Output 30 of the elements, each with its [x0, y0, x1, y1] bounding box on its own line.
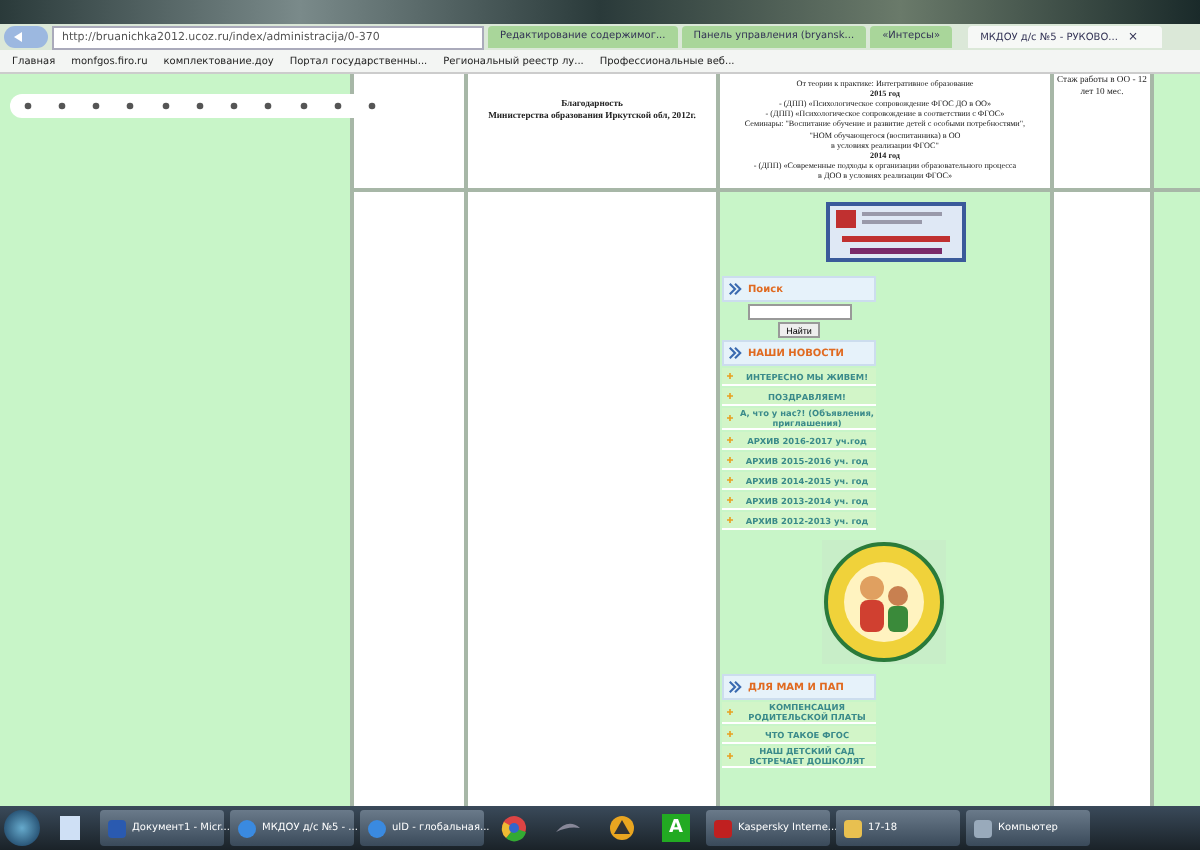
- search-field[interactable]: [747, 304, 851, 320]
- toolbar-dot-icon[interactable]: [195, 102, 204, 110]
- toolbar-dot-icon[interactable]: [57, 102, 66, 110]
- toolbar-dot-icon[interactable]: [230, 102, 239, 110]
- plus-icon: [726, 456, 734, 464]
- toolbar-dot-icon[interactable]: [92, 102, 101, 110]
- start-button[interactable]: [4, 810, 40, 846]
- toolbar-dot-icon[interactable]: [161, 102, 170, 110]
- plus-icon: [726, 414, 734, 422]
- double-chevron-icon: [728, 680, 742, 694]
- plus-icon: [726, 476, 734, 484]
- plus-icon: [726, 708, 734, 716]
- plus-icon: [726, 730, 734, 738]
- document-icon[interactable]: [56, 814, 84, 842]
- toolbar-dot-icon[interactable]: [126, 102, 135, 110]
- plus-icon: [726, 436, 734, 444]
- plus-icon: [726, 516, 734, 524]
- double-chevron-icon: [728, 346, 742, 360]
- plus-icon: [726, 372, 734, 380]
- plus-icon: [726, 496, 734, 504]
- toolbar-dot-icon[interactable]: [299, 102, 308, 110]
- toolbar-dot-icon[interactable]: [264, 102, 273, 110]
- toolbar-dot-icon[interactable]: [368, 102, 377, 110]
- circle-logo-icon[interactable]: [500, 814, 528, 842]
- toolbar-dot-icon[interactable]: [23, 102, 32, 110]
- toolbar-dot-icon[interactable]: [334, 102, 343, 110]
- table-cell: [1154, 74, 1200, 188]
- double-chevron-icon: [728, 282, 742, 296]
- plus-icon: [726, 752, 734, 760]
- plus-icon: [726, 392, 734, 400]
